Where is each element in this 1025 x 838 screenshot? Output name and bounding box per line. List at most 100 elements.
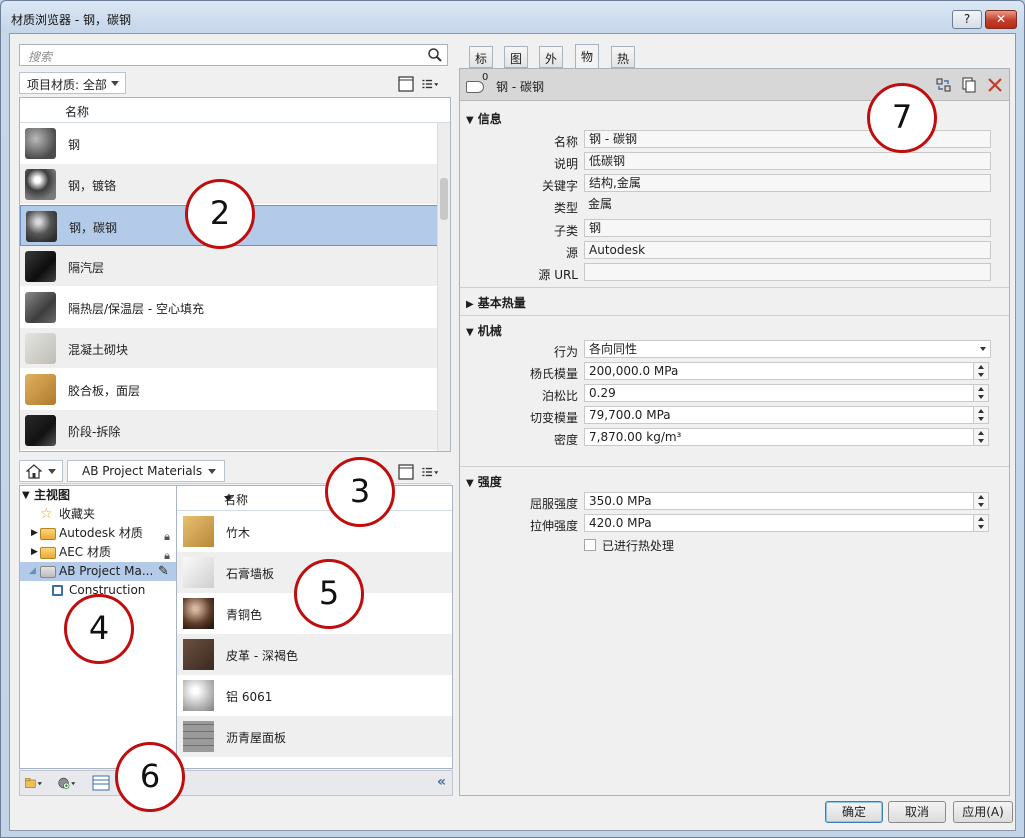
tab-physical[interactable]: 物理 xyxy=(575,44,600,81)
yield-strength-spinner[interactable] xyxy=(973,492,989,510)
scrollbar-thumb[interactable] xyxy=(440,178,448,220)
tensile-strength-field[interactable]: 420.0 MPa xyxy=(584,514,974,532)
tab-thermal[interactable]: 热度 xyxy=(611,46,636,83)
help-button[interactable]: ? xyxy=(952,10,982,29)
create-material-icon[interactable] xyxy=(58,774,76,792)
material-name: 阶段-拆除 xyxy=(68,425,121,439)
tab-graphics[interactable]: 图形 xyxy=(504,46,529,83)
subclass-field[interactable]: 钢 xyxy=(584,219,991,237)
expand-arrow-icon[interactable]: ◢ xyxy=(29,562,36,581)
name-label: 名称 xyxy=(553,135,578,149)
heat-treated-checkbox[interactable] xyxy=(584,539,596,551)
library-material-name: 竹木 xyxy=(226,526,251,540)
youngs-modulus-field[interactable]: 200,000.0 MPa xyxy=(584,362,974,380)
chevron-down-icon[interactable] xyxy=(224,496,232,501)
replace-asset-icon[interactable] xyxy=(936,77,952,93)
material-row[interactable]: 钢 xyxy=(20,123,450,164)
density-field[interactable]: 7,870.00 kg/m³ xyxy=(584,428,974,446)
tree-item-favorites[interactable]: ☆ 收藏夹 xyxy=(20,505,176,524)
library-material-row[interactable]: 皮革 - 深褐色 xyxy=(177,634,452,675)
shear-modulus-spinner[interactable] xyxy=(973,406,989,424)
material-thumbnail xyxy=(183,680,214,711)
library-material-name: 石膏墙板 xyxy=(226,567,275,581)
behavior-select[interactable]: 各向同性 xyxy=(584,340,991,358)
poisson-ratio-spinner[interactable] xyxy=(973,384,989,402)
tree-item-aec[interactable]: ▶ AEC 材质 🔒︎ xyxy=(20,543,176,562)
tree-item-autodesk[interactable]: ▶ Autodesk 材质 🔒︎ xyxy=(20,524,176,543)
poisson-ratio-field[interactable]: 0.29 xyxy=(584,384,974,402)
section-thermal[interactable]: ▶ 基本热量 xyxy=(466,294,526,311)
folder-icon xyxy=(40,528,56,540)
tree-item-home[interactable]: ▼ 主视图 xyxy=(20,486,176,505)
view-options-icon[interactable] xyxy=(421,75,439,93)
library-material-row[interactable]: 竹木 xyxy=(177,511,452,552)
shear-modulus-field[interactable]: 79,700.0 MPa xyxy=(584,406,974,424)
duplicate-asset-icon[interactable] xyxy=(961,77,977,93)
pencil-icon[interactable]: ✎ xyxy=(158,562,169,581)
folder-icon xyxy=(40,547,56,559)
collapse-library-icon[interactable]: « xyxy=(437,774,446,790)
tree-item-ab-project[interactable]: ◢ AB Project Ma... ✎ xyxy=(20,562,176,581)
material-row[interactable]: 混凝土砌块 xyxy=(20,328,450,369)
library-home-button[interactable] xyxy=(19,460,63,482)
section-title: 基本热量 xyxy=(477,296,526,310)
column-name-header[interactable]: 名称 xyxy=(65,103,89,120)
tab-appearance[interactable]: 外观 xyxy=(539,46,564,83)
section-title: 强度 xyxy=(477,475,502,489)
section-title: 机械 xyxy=(477,324,502,338)
material-row[interactable]: 隔热层/保温层 - 空心填充 xyxy=(20,287,450,328)
source-url-field[interactable] xyxy=(584,263,991,281)
material-row[interactable]: 胶合板，面层 xyxy=(20,369,450,410)
panel-toggle-icon[interactable] xyxy=(397,75,415,93)
cancel-button[interactable]: 取消 xyxy=(888,801,946,823)
vertical-scrollbar[interactable] xyxy=(437,123,450,451)
tensile-strength-label: 拉伸强度 xyxy=(529,519,578,533)
search-icon[interactable] xyxy=(427,47,443,63)
library-breadcrumb[interactable]: AB Project Materials xyxy=(67,460,226,482)
chevron-down-icon xyxy=(980,347,986,351)
library-panel-toggle-icon[interactable] xyxy=(397,463,415,481)
section-strength[interactable]: ▼ 强度 xyxy=(466,473,502,490)
tab-identity[interactable]: 标识 xyxy=(469,46,494,83)
yield-strength-field[interactable]: 350.0 MPa xyxy=(584,492,974,510)
heat-treated-label: 已进行热处理 xyxy=(602,539,675,553)
manage-library-icon[interactable] xyxy=(24,774,42,792)
divider xyxy=(460,315,1009,316)
section-mechanical[interactable]: ▼ 机械 xyxy=(466,322,502,339)
expand-arrow-icon[interactable]: ▶ xyxy=(31,524,38,543)
source-field[interactable]: Autodesk xyxy=(584,241,991,259)
apply-button[interactable]: 应用(A) xyxy=(953,801,1013,823)
material-thumbnail xyxy=(25,415,56,446)
search-input[interactable]: 搜索 xyxy=(19,44,448,66)
expand-arrow-icon[interactable]: ▼ xyxy=(22,486,30,505)
density-spinner[interactable] xyxy=(973,428,989,446)
delete-asset-icon[interactable] xyxy=(987,77,1003,93)
library-material-row[interactable]: 沥青屋面板 xyxy=(177,716,452,757)
home-icon xyxy=(26,464,42,479)
description-field[interactable]: 低碳钢 xyxy=(584,152,991,170)
asset-browser-icon[interactable] xyxy=(92,774,110,792)
library-breadcrumb-label: AB Project Materials xyxy=(82,464,203,478)
callout-7: 7 xyxy=(867,83,937,153)
library-view-options-icon[interactable] xyxy=(421,463,439,481)
material-row[interactable]: 隔汽层 xyxy=(20,246,450,287)
expand-arrow-icon[interactable]: ▶ xyxy=(31,543,38,562)
tree-item-label: 收藏夹 xyxy=(59,507,96,521)
material-thumbnail xyxy=(25,292,56,323)
tensile-strength-spinner[interactable] xyxy=(973,514,989,532)
ok-button[interactable]: 确定 xyxy=(825,801,883,823)
source-label: 源 xyxy=(565,246,578,260)
material-editor: 0 钢 - 碳钢 ▼ 信息 名称 钢 - 碳钢 说明 低碳钢 关键字 结构,金属… xyxy=(459,68,1010,796)
callout-4: 4 xyxy=(64,594,134,664)
keywords-field[interactable]: 结构,金属 xyxy=(584,174,991,192)
material-row[interactable]: 阶段-拆除 xyxy=(20,410,450,451)
dialog-client: 搜索 项目材质: 全部 名称 钢 钢，镀铬 钢，碳钢 隔汽层 隔热层/保温层 -… xyxy=(9,33,1016,831)
type-value: 金属 xyxy=(588,197,613,211)
youngs-modulus-spinner[interactable] xyxy=(973,362,989,380)
project-materials-filter[interactable]: 项目材质: 全部 xyxy=(19,72,126,94)
close-button[interactable]: ✕ xyxy=(985,10,1017,29)
section-information[interactable]: ▼ 信息 xyxy=(466,110,502,127)
library-material-row[interactable]: 铝 6061 xyxy=(177,675,452,716)
material-thumbnail xyxy=(183,598,214,629)
material-thumbnail xyxy=(25,374,56,405)
